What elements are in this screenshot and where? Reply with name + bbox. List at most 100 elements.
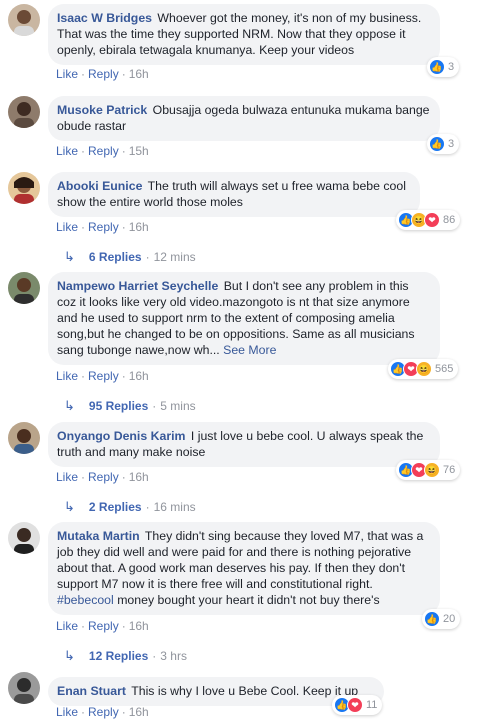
reaction-summary[interactable]: 👍 ❤ 😆 565 [388, 359, 459, 379]
reaction-summary[interactable]: 👍 ❤ 11 [332, 695, 383, 715]
separator: · [81, 144, 86, 158]
haha-icon: 😆 [424, 462, 440, 478]
replies-count[interactable]: 12 Replies [89, 649, 148, 663]
reply-button[interactable]: Reply [88, 705, 119, 719]
replies-count[interactable]: 2 Replies [89, 500, 142, 514]
reaction-count: 565 [435, 363, 454, 375]
reaction-summary[interactable]: 👍 3 [427, 57, 460, 77]
separator: · [121, 619, 126, 633]
like-icon: 👍 [424, 611, 440, 627]
hashtag-link[interactable]: #bebecool [57, 593, 114, 607]
like-button[interactable]: Like [56, 705, 78, 719]
reply-arrow-icon: ↳ [64, 249, 75, 264]
reply-button[interactable]: Reply [88, 470, 119, 484]
reaction-summary[interactable]: 👍 ❤ 😆 76 [396, 460, 461, 480]
like-button[interactable]: Like [56, 220, 78, 234]
avatar[interactable] [8, 272, 40, 304]
separator: · [121, 144, 126, 158]
view-replies-link[interactable]: ↳ 6 Replies · 12 mins [64, 249, 196, 265]
comment-author[interactable]: Isaac W Bridges [57, 11, 152, 25]
comment-bubble: Isaac W Bridges Whoever got the money, i… [48, 4, 440, 65]
avatar[interactable] [8, 96, 40, 128]
comment-timestamp[interactable]: 16h [129, 619, 149, 633]
separator: · [121, 705, 126, 719]
comment-timestamp[interactable]: 16h [129, 67, 149, 81]
view-replies-link[interactable]: ↳ 95 Replies · 5 mins [64, 398, 196, 414]
comment-bubble: Abooki Eunice The truth will always set … [48, 172, 420, 217]
like-button[interactable]: Like [56, 369, 78, 383]
like-button[interactable]: Like [56, 144, 78, 158]
like-button[interactable]: Like [56, 619, 78, 633]
reply-arrow-icon: ↳ [64, 398, 75, 413]
separator: · [152, 649, 157, 663]
comment-actions: Like · Reply · 16h [56, 619, 149, 633]
comment-actions: Like · Reply · 16h [56, 369, 149, 383]
comment-author[interactable]: Abooki Eunice [57, 179, 142, 193]
view-replies-link[interactable]: ↳ 2 Replies · 16 mins [64, 499, 196, 515]
separator: · [121, 67, 126, 81]
comment-actions: Like · Reply · 16h [56, 67, 149, 81]
comment-bubble: Mutaka Martin They didn't sing because t… [48, 522, 440, 615]
avatar[interactable] [8, 522, 40, 554]
comment-author[interactable]: Onyango Denis Karim [57, 429, 185, 443]
avatar[interactable] [8, 672, 40, 704]
separator: · [81, 705, 86, 719]
comment-author[interactable]: Enan Stuart [57, 684, 126, 698]
comment-timestamp[interactable]: 16h [129, 369, 149, 383]
replies-time: 5 mins [160, 399, 196, 413]
like-button[interactable]: Like [56, 67, 78, 81]
comment-author[interactable]: Mutaka Martin [57, 529, 140, 543]
reaction-count: 20 [443, 613, 456, 625]
reaction-summary[interactable]: 👍 20 [422, 609, 461, 629]
like-icon: 👍 [429, 136, 445, 152]
separator: · [121, 470, 126, 484]
reply-button[interactable]: Reply [88, 220, 119, 234]
replies-count[interactable]: 95 Replies [89, 399, 148, 413]
comment-timestamp[interactable]: 15h [129, 144, 149, 158]
reaction-count: 3 [448, 61, 455, 73]
see-more-link[interactable]: See More [223, 343, 276, 357]
reply-button[interactable]: Reply [88, 144, 119, 158]
comment-bubble: Onyango Denis Karim I just love u bebe c… [48, 422, 440, 467]
separator: · [81, 67, 86, 81]
replies-time: 16 mins [153, 500, 196, 514]
comment-actions: Like · Reply · 16h [56, 220, 149, 234]
reaction-count: 76 [443, 464, 456, 476]
reaction-count: 3 [448, 138, 455, 150]
comment-author[interactable]: Musoke Patrick [57, 103, 147, 117]
avatar[interactable] [8, 422, 40, 454]
reaction-summary[interactable]: 👍 3 [427, 134, 460, 154]
reaction-summary[interactable]: 👍 😆 ❤ 86 [396, 210, 461, 230]
reaction-count: 11 [366, 699, 378, 711]
view-replies-link[interactable]: ↳ 12 Replies · 3 hrs [64, 648, 187, 664]
love-icon: ❤ [347, 697, 363, 713]
comment-author[interactable]: Nampewo Harriet Seychelle [57, 279, 218, 293]
reply-arrow-icon: ↳ [64, 499, 75, 514]
separator: · [121, 369, 126, 383]
reply-button[interactable]: Reply [88, 369, 119, 383]
avatar[interactable] [8, 172, 40, 204]
separator: · [152, 399, 157, 413]
like-button[interactable]: Like [56, 470, 78, 484]
replies-time: 12 mins [153, 250, 196, 264]
replies-time: 3 hrs [160, 649, 187, 663]
like-icon: 👍 [429, 59, 445, 75]
comment-timestamp[interactable]: 16h [129, 705, 149, 719]
reaction-count: 86 [443, 214, 456, 226]
love-icon: ❤ [424, 212, 440, 228]
replies-count[interactable]: 6 Replies [89, 250, 142, 264]
reply-button[interactable]: Reply [88, 619, 119, 633]
haha-icon: 😆 [416, 361, 432, 377]
comment-bubble: Musoke Patrick Obusajja ogeda bulwaza en… [48, 96, 440, 141]
avatar[interactable] [8, 4, 40, 36]
comment-timestamp[interactable]: 16h [129, 470, 149, 484]
separator: · [121, 220, 126, 234]
comment-actions: Like · Reply · 16h [56, 470, 149, 484]
separator: · [145, 500, 150, 514]
comment-text-continued: money bought your heart it didn't not bu… [117, 593, 380, 607]
comment-actions: Like · Reply · 16h [56, 705, 149, 719]
reply-arrow-icon: ↳ [64, 648, 75, 663]
separator: · [81, 470, 86, 484]
comment-timestamp[interactable]: 16h [129, 220, 149, 234]
reply-button[interactable]: Reply [88, 67, 119, 81]
